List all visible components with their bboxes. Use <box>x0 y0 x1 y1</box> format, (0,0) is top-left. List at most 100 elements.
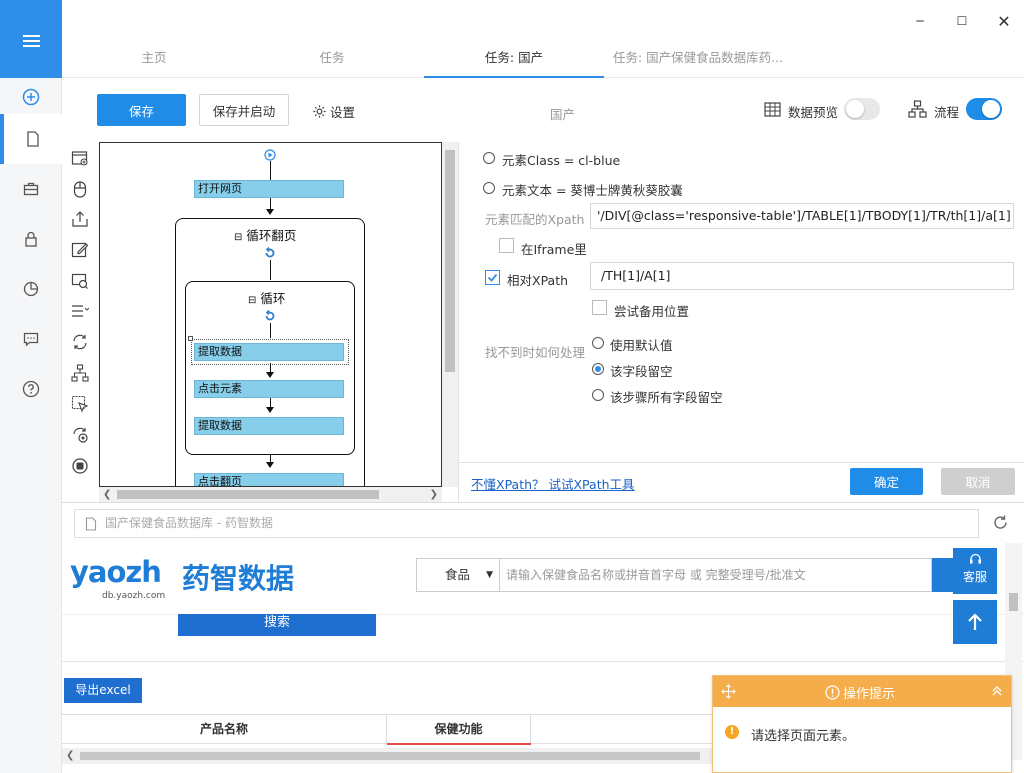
tab-task-domestic[interactable]: 任务: 国产 <box>424 40 604 78</box>
relative-xpath-input[interactable]: /TH[1]/A[1] <box>590 262 1014 290</box>
customer-service-button[interactable]: 客服 <box>953 548 997 594</box>
rail-toolbox[interactable] <box>0 164 62 214</box>
category-select[interactable]: 食品 ▼ <box>416 558 500 592</box>
minimize-button[interactable]: ─ <box>910 8 930 34</box>
hint-header: 操作提示 <box>713 676 1011 707</box>
rail-help[interactable] <box>0 364 62 414</box>
selection-handle[interactable] <box>188 336 193 341</box>
collapse-icon[interactable]: ⊟ <box>248 295 256 306</box>
xpath-input[interactable]: '/DIV[@class='responsive-table']/TABLE[1… <box>590 203 1014 229</box>
rail-lock[interactable] <box>0 214 62 264</box>
relative-xpath-checkbox[interactable] <box>485 270 500 285</box>
loop-title[interactable]: ⊟ 循环 <box>248 288 285 307</box>
step-extract-data-2[interactable]: 提取数据 <box>194 417 344 435</box>
rail-tasks[interactable] <box>0 114 62 164</box>
briefcase-icon <box>23 182 39 196</box>
scroll-thumb[interactable] <box>445 150 455 372</box>
hamburger-line <box>23 40 40 42</box>
palette-loop[interactable] <box>70 332 90 352</box>
save-and-start-button[interactable]: 保存并启动 <box>199 94 289 126</box>
confirm-button[interactable]: 确定 <box>850 468 923 495</box>
palette-click[interactable] <box>70 179 90 199</box>
pie-chart-icon <box>23 281 39 297</box>
site-search-submit[interactable]: 搜索 <box>178 614 376 636</box>
palette-stop[interactable] <box>70 456 90 476</box>
radio-element-class[interactable] <box>483 152 495 164</box>
palette-branch[interactable] <box>70 363 90 383</box>
cancel-button[interactable]: 取消 <box>941 468 1015 495</box>
move-icon[interactable] <box>721 684 736 699</box>
arrow-up-icon <box>968 613 982 630</box>
maximize-button[interactable]: ☐ <box>952 8 972 34</box>
export-icon <box>72 211 88 227</box>
palette-open-page[interactable] <box>70 148 90 168</box>
menu-button[interactable] <box>0 0 62 78</box>
rail-messages[interactable] <box>0 314 62 364</box>
back-to-top-button[interactable] <box>953 600 997 644</box>
field-empty-label: 该字段留空 <box>610 364 673 379</box>
save-button[interactable]: 保存 <box>97 94 186 126</box>
scroll-thumb[interactable] <box>1009 593 1018 611</box>
backup-position-label: 尝试备用位置 <box>614 304 690 319</box>
xpath-label: 元素匹配的Xpath <box>485 212 585 227</box>
collapse-up-icon[interactable] <box>991 685 1003 697</box>
rail-stats[interactable] <box>0 264 62 314</box>
col-product-name[interactable]: 产品名称 <box>62 715 387 744</box>
toggle-knob <box>846 100 864 118</box>
toolbar: 保存 保存并启动 设置 国产 数据预览 流程 <box>62 78 1024 142</box>
results-table-header: 产品名称 保健功能 <box>62 714 712 745</box>
tab-home[interactable]: 主页 <box>102 40 206 78</box>
palette-wait[interactable] <box>70 425 90 445</box>
divider <box>459 462 1024 463</box>
stop-icon <box>72 458 88 474</box>
radio-element-text[interactable] <box>483 182 495 194</box>
iframe-checkbox[interactable] <box>499 238 514 253</box>
step-click-element[interactable]: 点击元素 <box>194 380 344 398</box>
col-health-function[interactable]: 保健功能 <box>387 715 531 744</box>
scroll-right-icon[interactable]: ❯ <box>430 487 438 502</box>
backup-position-checkbox[interactable] <box>592 300 607 315</box>
export-excel-button[interactable]: 导出excel <box>64 678 142 703</box>
radio-field-empty[interactable] <box>592 363 604 375</box>
loop-page-title[interactable]: ⊟ 循环翻页 <box>234 225 296 244</box>
palette-mouseover[interactable] <box>70 394 90 414</box>
step-next-page[interactable]: 点击翻页 <box>194 473 344 486</box>
flow-vertical-scrollbar[interactable] <box>442 142 458 487</box>
tab-task-database[interactable]: 任务: 国产保健食品数据库药... <box>608 40 788 78</box>
scroll-thumb[interactable] <box>117 490 379 499</box>
tab-tasks[interactable]: 任务 <box>280 40 384 78</box>
palette-select[interactable] <box>70 301 90 321</box>
cursor-icon <box>71 395 89 413</box>
radio-use-default[interactable] <box>592 337 604 349</box>
site-search-input[interactable]: 请输入保健食品名称或拼音首字母 或 完整受理号/批准文 <box>500 558 932 592</box>
scroll-left-icon[interactable]: ❮ <box>103 487 111 502</box>
xpath-tool-link[interactable]: 不懂XPath？ 试试XPath工具 <box>471 474 635 493</box>
flow-toggle[interactable] <box>966 98 1002 120</box>
page-horizontal-scrollbar[interactable]: ❮ <box>62 748 712 764</box>
palette-extract[interactable] <box>70 209 90 229</box>
not-found-label: 找不到时如何处理 <box>485 345 586 360</box>
palette-recognize[interactable] <box>70 271 90 291</box>
flow-icon <box>908 100 927 118</box>
close-button[interactable]: ✕ <box>994 8 1014 34</box>
element-class-label: 元素Class = cl-blue <box>502 153 621 168</box>
site-search-button[interactable] <box>932 558 954 592</box>
refresh-icon[interactable] <box>992 514 1009 531</box>
use-default-label: 使用默认值 <box>610 338 673 353</box>
address-bar[interactable]: 国产保健食品数据库 - 药智数据 <box>74 509 979 538</box>
settings-button[interactable]: 设置 <box>312 102 355 121</box>
preview-toggle[interactable] <box>844 98 880 120</box>
settings-label: 设置 <box>330 105 356 120</box>
radio-all-empty[interactable] <box>592 389 604 401</box>
palette-input[interactable] <box>70 240 90 260</box>
flow-canvas[interactable]: 打开网页 ⊟ 循环翻页 ⊟ 循环 提取数据 点击元素 提取数据 点击翻页 <box>99 142 442 487</box>
step-extract-data[interactable]: 提取数据 <box>194 343 344 361</box>
site-logo[interactable]: yaozh <box>70 555 162 589</box>
scroll-thumb[interactable] <box>80 752 700 760</box>
collapse-icon[interactable]: ⊟ <box>234 232 242 243</box>
scroll-left-icon[interactable]: ❮ <box>66 748 74 764</box>
flow-horizontal-scrollbar[interactable]: ❮ ❯ <box>99 487 442 502</box>
left-rail <box>0 0 62 773</box>
preview-label: 数据预览 <box>788 105 839 120</box>
step-open-page[interactable]: 打开网页 <box>194 180 344 198</box>
